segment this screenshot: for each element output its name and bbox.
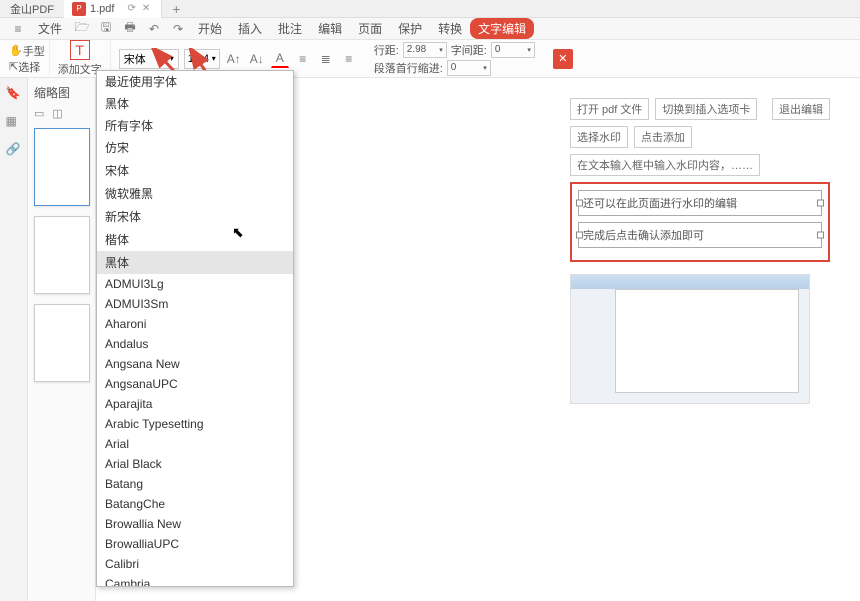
editable-text-2[interactable]: 完成后点击确认添加即可: [578, 222, 822, 248]
pdf-icon: P: [72, 2, 86, 16]
tag-select-wm[interactable]: 选择水印: [570, 126, 628, 148]
font-item[interactable]: 仿宋: [97, 136, 293, 159]
firstindent-label: 段落首行缩进:: [374, 60, 443, 76]
app-name: 金山PDF: [0, 1, 64, 17]
font-item[interactable]: ADMUI3Lg: [97, 274, 293, 294]
save-icon[interactable]: 🖫: [97, 20, 115, 38]
text-icon: T: [70, 40, 90, 60]
font-item[interactable]: Angsana New: [97, 354, 293, 374]
thumb-tool-1[interactable]: ▭: [34, 107, 44, 120]
dd-recent-item[interactable]: 黑体: [97, 92, 293, 115]
font-item[interactable]: Arial: [97, 434, 293, 454]
close-button[interactable]: ✕: [553, 49, 573, 69]
firstindent-input[interactable]: 0▾: [447, 60, 491, 76]
tag-input-content[interactable]: 在文本输入框中输入水印内容，……: [570, 154, 760, 176]
editable-text-1[interactable]: 还可以在此页面进行水印的编辑: [578, 190, 822, 216]
font-item[interactable]: Aharoni: [97, 314, 293, 334]
tab-title: 1.pdf: [90, 3, 114, 15]
font-item[interactable]: Arial Black: [97, 454, 293, 474]
dd-recent-header: 最近使用字体: [97, 71, 293, 92]
menu-start[interactable]: 开始: [190, 20, 230, 37]
font-item[interactable]: 楷体: [97, 228, 293, 251]
font-item[interactable]: Andalus: [97, 334, 293, 354]
charspace-input[interactable]: 0▾: [491, 42, 535, 58]
page-thumb-2[interactable]: [34, 216, 90, 294]
font-item[interactable]: Calibri: [97, 554, 293, 574]
select-tool[interactable]: ⇱ 选择: [9, 59, 45, 75]
menu-insert[interactable]: 插入: [230, 20, 270, 37]
align-center-icon[interactable]: ≣: [317, 50, 335, 68]
undo-icon[interactable]: ↶: [145, 20, 163, 38]
menu-convert[interactable]: 转换: [430, 20, 470, 37]
page-thumb-1[interactable]: [34, 128, 90, 206]
attach-icon[interactable]: 🔗: [6, 142, 22, 158]
doc-preview: [570, 274, 810, 404]
font-item[interactable]: Browallia New: [97, 514, 293, 534]
font-item[interactable]: Cambria: [97, 574, 293, 586]
print-icon[interactable]: 🖶: [121, 20, 139, 38]
cursor-icon: ⬉: [232, 224, 244, 241]
thumbs-icon[interactable]: ▦: [6, 114, 22, 130]
font-dropdown[interactable]: 最近使用字体 黑体 所有字体 仿宋宋体微软雅黑新宋体楷体黑体ADMUI3LgAD…: [96, 70, 294, 587]
align-right-icon[interactable]: ≡: [340, 50, 358, 68]
linespace-input[interactable]: 2.98▾: [403, 42, 447, 58]
tag-open-pdf[interactable]: 打开 pdf 文件: [570, 98, 649, 120]
font-item[interactable]: 微软雅黑: [97, 182, 293, 205]
font-item[interactable]: Arabic Typesetting: [97, 414, 293, 434]
menu-file[interactable]: 文件: [30, 20, 70, 37]
bookmark-icon[interactable]: 🔖: [6, 86, 22, 102]
font-item[interactable]: BrowalliaUPC: [97, 534, 293, 554]
menu-icon[interactable]: ≡: [9, 20, 27, 38]
redo-icon[interactable]: ↷: [169, 20, 187, 38]
tag-click-add[interactable]: 点击添加: [634, 126, 692, 148]
page-thumb-3[interactable]: [34, 304, 90, 382]
highlight-box: 还可以在此页面进行水印的编辑 完成后点击确认添加即可: [570, 182, 830, 262]
font-item[interactable]: BatangChe: [97, 494, 293, 514]
tab-refresh-icon[interactable]: ⟳: [127, 3, 135, 14]
menu-page[interactable]: 页面: [350, 20, 390, 37]
open-icon[interactable]: 🗁: [73, 20, 91, 38]
font-item[interactable]: Aparajita: [97, 394, 293, 414]
tag-switch-insert[interactable]: 切换到插入选项卡: [655, 98, 757, 120]
menu-annotate[interactable]: 批注: [270, 20, 310, 37]
new-tab-button[interactable]: +: [162, 1, 190, 17]
font-item[interactable]: 宋体: [97, 159, 293, 182]
menu-textedit[interactable]: 文字编辑: [470, 18, 534, 39]
thumb-tool-2[interactable]: ◫: [52, 107, 62, 120]
linespace-label: 行距:: [374, 42, 399, 58]
tab-close-icon[interactable]: ✕: [142, 3, 150, 14]
font-item[interactable]: AngsanaUPC: [97, 374, 293, 394]
tag-exit[interactable]: 退出编辑: [772, 98, 830, 120]
document-tab[interactable]: P 1.pdf ⟳ ✕: [64, 0, 162, 18]
menu-edit[interactable]: 编辑: [310, 20, 350, 37]
hand-tool[interactable]: ✋ 手型: [9, 43, 45, 59]
font-item[interactable]: 新宋体: [97, 205, 293, 228]
font-item[interactable]: 黑体: [97, 251, 293, 274]
font-item[interactable]: ADMUI3Sm: [97, 294, 293, 314]
font-item[interactable]: Batang: [97, 474, 293, 494]
dd-all-header: 所有字体: [97, 115, 293, 136]
charspace-label: 字间距:: [451, 42, 487, 58]
thumb-title: 缩略图: [28, 78, 95, 107]
instruction-panel: 打开 pdf 文件 切换到插入选项卡 退出编辑 选择水印 点击添加 在文本输入框…: [570, 98, 830, 404]
menu-protect[interactable]: 保护: [390, 20, 430, 37]
